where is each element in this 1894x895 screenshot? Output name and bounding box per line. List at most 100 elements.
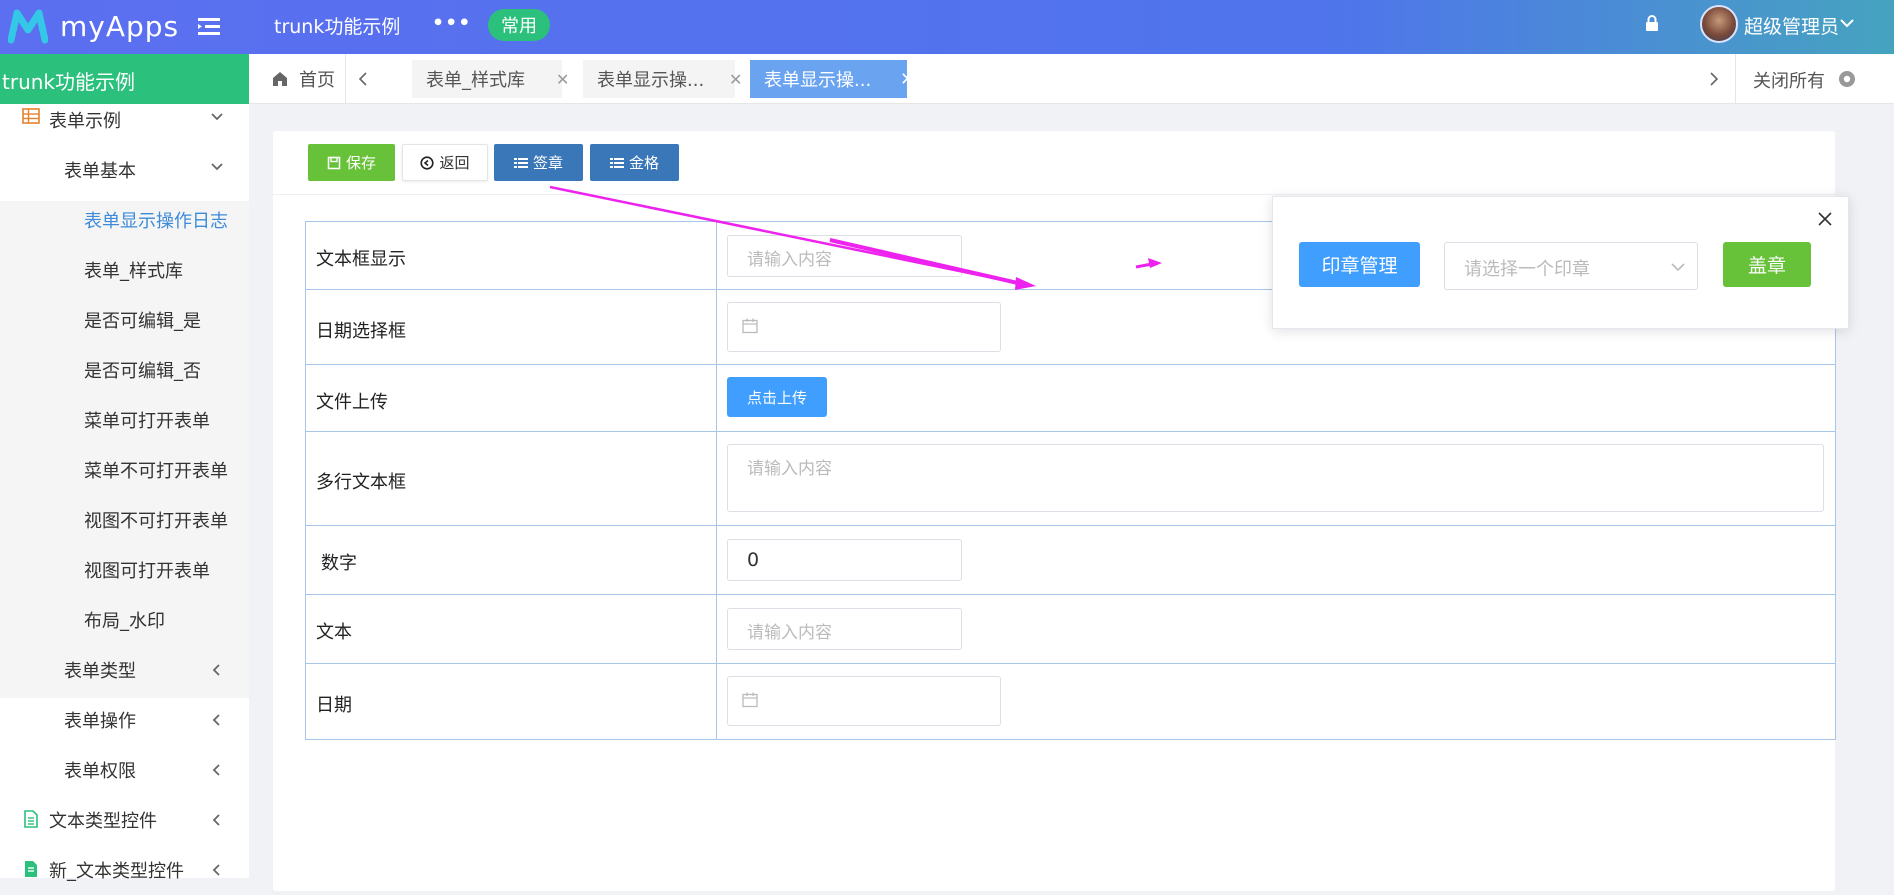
sidebar-item-view-not-open[interactable]: 视图不可打开表单 [0, 495, 249, 545]
top-bar: myApps trunk功能示例 ••• 常用 超级管理员 [0, 0, 1894, 54]
upload-button[interactable]: 点击上传 [727, 377, 827, 417]
sidebar-item-label: 是否可编辑_是 [84, 311, 201, 332]
sidebar-item-editable-yes[interactable]: 是否可编辑_是 [0, 295, 249, 345]
close-icon[interactable]: ✕ [556, 70, 569, 89]
sidebar-item-label: 菜单可打开表单 [84, 411, 210, 432]
chevron-down-icon [211, 163, 223, 171]
stamp-button[interactable]: 盖章 [1723, 242, 1811, 287]
input-placeholder: 请输入内容 [747, 250, 832, 270]
sidebar-item-label: 视图可打开表单 [84, 561, 210, 582]
list-icon [609, 157, 624, 168]
document-icon [24, 810, 38, 828]
sidebar-item-text-controls[interactable]: 文本类型控件 [0, 795, 249, 845]
chevron-left-icon [212, 714, 220, 726]
seal-select[interactable]: 请选择一个印章 [1444, 242, 1698, 290]
chevron-down-icon [1671, 263, 1685, 272]
sidebar-item-view-open[interactable]: 视图可打开表单 [0, 545, 249, 595]
sidebar-item-label: 表单示例 [49, 111, 121, 132]
sidebar-item-editable-no[interactable]: 是否可编辑_否 [0, 345, 249, 395]
sidebar-item-label: 表单类型 [64, 661, 136, 682]
back-label: 返回 [439, 154, 470, 172]
jinge-label: 金格 [628, 154, 659, 172]
seal-management-button[interactable]: 印章管理 [1299, 242, 1420, 287]
jinge-button[interactable]: 金格 [590, 144, 679, 181]
sidebar-item-form-log[interactable]: 表单显示操作日志 [0, 195, 249, 245]
sidebar-item-label: 表单_样式库 [84, 261, 183, 282]
close-icon[interactable]: ✕ [900, 69, 915, 90]
input-value: 0 [747, 549, 760, 571]
tab-style-lib[interactable]: 表单_样式库 ✕ [412, 60, 569, 98]
logo[interactable]: myApps [8, 8, 179, 44]
tab-home-label: 首页 [299, 70, 335, 91]
sidebar-item-menu-not-open[interactable]: 菜单不可打开表单 [0, 445, 249, 495]
sidebar-item-label: 是否可编辑_否 [84, 361, 201, 382]
tab-form-log-2-active[interactable]: 表单显示操... ✕ [750, 60, 915, 98]
number-input[interactable]: 0 [727, 539, 962, 581]
sidebar-item-label: 菜单不可打开表单 [84, 461, 228, 482]
sidebar-item-form-types[interactable]: 表单类型 [0, 645, 249, 695]
more-button[interactable]: ••• [432, 12, 471, 34]
sidebar-item-form-examples[interactable]: 表单示例 [0, 95, 249, 145]
list-icon [513, 157, 528, 168]
chevron-right-icon[interactable] [1708, 70, 1720, 88]
username[interactable]: 超级管理员 [1744, 12, 1839, 39]
field-label: 文件上传 [316, 392, 388, 413]
common-badge[interactable]: 常用 [488, 9, 550, 41]
close-icon[interactable]: ✕ [729, 70, 742, 89]
text-input[interactable]: 请输入内容 [727, 608, 962, 650]
tab-form-log-1[interactable]: 表单显示操... ✕ [583, 60, 742, 98]
save-label: 保存 [345, 154, 376, 172]
calendar-icon [742, 318, 758, 334]
chevron-left-icon[interactable] [357, 70, 369, 88]
document-icon [25, 861, 37, 877]
divider [345, 54, 346, 104]
chevron-left-icon [212, 814, 220, 826]
sidebar-item-menu-open[interactable]: 菜单可打开表单 [0, 395, 249, 445]
text-input[interactable]: 请输入内容 [727, 235, 962, 277]
input-placeholder: 请输入内容 [747, 459, 832, 479]
date-input[interactable] [727, 302, 1001, 352]
close-icon[interactable] [1817, 211, 1833, 227]
sidebar-item-new-text-controls[interactable]: 新_文本类型控件 [0, 845, 249, 895]
tab-home[interactable]: 首页 [271, 66, 335, 92]
sidebar-item-form-actions[interactable]: 表单操作 [0, 695, 249, 745]
sidebar-item-label: 视图不可打开表单 [84, 511, 228, 532]
chevron-down-icon [211, 113, 223, 121]
field-label: 文本框显示 [316, 249, 406, 270]
menu-fold-icon[interactable] [196, 14, 222, 40]
avatar[interactable] [1700, 5, 1738, 43]
lock-icon[interactable] [1644, 14, 1660, 32]
save-button[interactable]: 保存 [308, 144, 395, 181]
tab-label: 表单显示操... [764, 70, 872, 91]
sidebar-item-watermark[interactable]: 布局_水印 [0, 595, 249, 645]
settings-circle-icon[interactable] [1837, 69, 1857, 89]
sidebar-item-form-permissions[interactable]: 表单权限 [0, 745, 249, 795]
sign-label: 签章 [532, 154, 563, 172]
sign-button[interactable]: 签章 [494, 144, 583, 181]
form-row-date: 日期 [305, 663, 1836, 740]
back-button[interactable]: 返回 [402, 144, 488, 181]
sidebar-item-form-basic[interactable]: 表单基本 [0, 145, 249, 195]
sidebar-item-label: 表单权限 [64, 761, 136, 782]
sidebar-item-label: 布局_水印 [84, 611, 165, 632]
tab-label: 表单显示操... [597, 70, 705, 91]
stamp-popover: 印章管理 请选择一个印章 盖章 [1272, 196, 1849, 329]
multiline-textarea[interactable]: 请输入内容 [727, 444, 1824, 512]
sidebar-item-style-lib[interactable]: 表单_样式库 [0, 245, 249, 295]
home-icon [273, 72, 287, 86]
date-input[interactable] [727, 676, 1001, 726]
chevron-left-icon [212, 664, 220, 676]
calendar-icon [742, 692, 758, 708]
field-label: 多行文本框 [316, 472, 406, 493]
app-title[interactable]: trunk功能示例 [274, 12, 400, 39]
tab-bar: 首页 表单_样式库 ✕ 表单显示操... ✕ 表单显示操... ✕ 关闭所有 [249, 54, 1894, 104]
divider [716, 432, 717, 525]
form-row-file-upload: 文件上传 点击上传 [305, 364, 1836, 432]
form-toolbar: 保存 返回 签章 金格 [273, 131, 1835, 195]
chevron-down-icon[interactable] [1840, 18, 1854, 28]
chevron-left-icon [212, 764, 220, 776]
divider [716, 595, 717, 663]
chevron-left-icon [212, 864, 220, 876]
close-all-button[interactable]: 关闭所有 [1753, 67, 1825, 93]
form-row-text: 文本 请输入内容 [305, 594, 1836, 664]
